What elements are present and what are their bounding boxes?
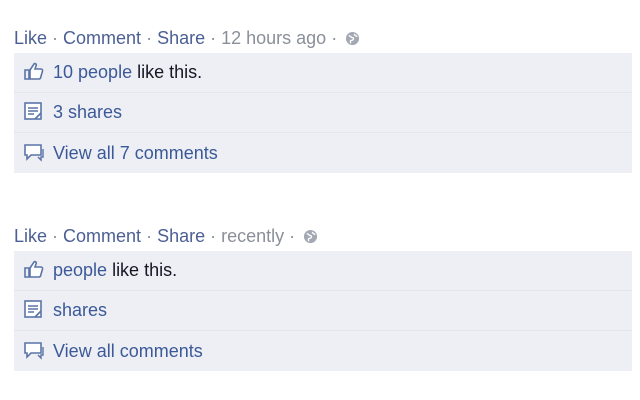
- likes-link[interactable]: people: [53, 260, 107, 280]
- comment-icon: [24, 342, 44, 360]
- ufi-box: 10 people like this. 3 shares View all 7…: [14, 53, 632, 173]
- action-bar: Like · Comment · Share · recently ·: [14, 223, 632, 249]
- share-icon: [24, 102, 42, 120]
- comment-icon: [24, 144, 44, 162]
- view-comments-link[interactable]: View all 7 comments: [53, 143, 218, 163]
- timestamp[interactable]: 12 hours ago: [221, 28, 326, 48]
- view-comments-link[interactable]: View all comments: [53, 341, 203, 361]
- globe-icon[interactable]: [345, 31, 360, 46]
- shares-link[interactable]: 3 shares: [53, 102, 122, 122]
- share-link[interactable]: Share: [157, 28, 205, 48]
- likes-row: people like this.: [14, 251, 632, 291]
- thumbs-up-icon: [24, 62, 44, 80]
- globe-icon[interactable]: [303, 229, 318, 244]
- shares-link[interactable]: shares: [53, 300, 107, 320]
- separator: ·: [47, 28, 64, 48]
- likes-text: like this.: [107, 260, 178, 280]
- thumbs-up-icon: [24, 260, 44, 278]
- likes-link[interactable]: 10 people: [53, 62, 132, 82]
- ufi-box: people like this. shares View all commen…: [14, 251, 632, 371]
- separator: ·: [284, 226, 301, 246]
- separator: ·: [47, 226, 64, 246]
- likes-text: like this.: [132, 62, 203, 82]
- post-feedback: Like · Comment · Share · recently · peop…: [14, 223, 632, 371]
- comments-row: View all comments: [14, 331, 632, 371]
- separator: ·: [141, 28, 158, 48]
- share-link[interactable]: Share: [157, 226, 205, 246]
- comment-link[interactable]: Comment: [63, 226, 141, 246]
- likes-row: 10 people like this.: [14, 53, 632, 93]
- separator: ·: [326, 28, 343, 48]
- action-bar: Like · Comment · Share · 12 hours ago ·: [14, 25, 632, 51]
- share-icon: [24, 300, 42, 318]
- timestamp[interactable]: recently: [221, 226, 284, 246]
- shares-row: shares: [14, 291, 632, 331]
- like-link[interactable]: Like: [14, 226, 47, 246]
- shares-row: 3 shares: [14, 93, 632, 133]
- separator: ·: [205, 226, 222, 246]
- post-feedback: Like · Comment · Share · 12 hours ago · …: [14, 25, 632, 173]
- comments-row: View all 7 comments: [14, 133, 632, 173]
- separator: ·: [205, 28, 222, 48]
- comment-link[interactable]: Comment: [63, 28, 141, 48]
- separator: ·: [141, 226, 158, 246]
- like-link[interactable]: Like: [14, 28, 47, 48]
